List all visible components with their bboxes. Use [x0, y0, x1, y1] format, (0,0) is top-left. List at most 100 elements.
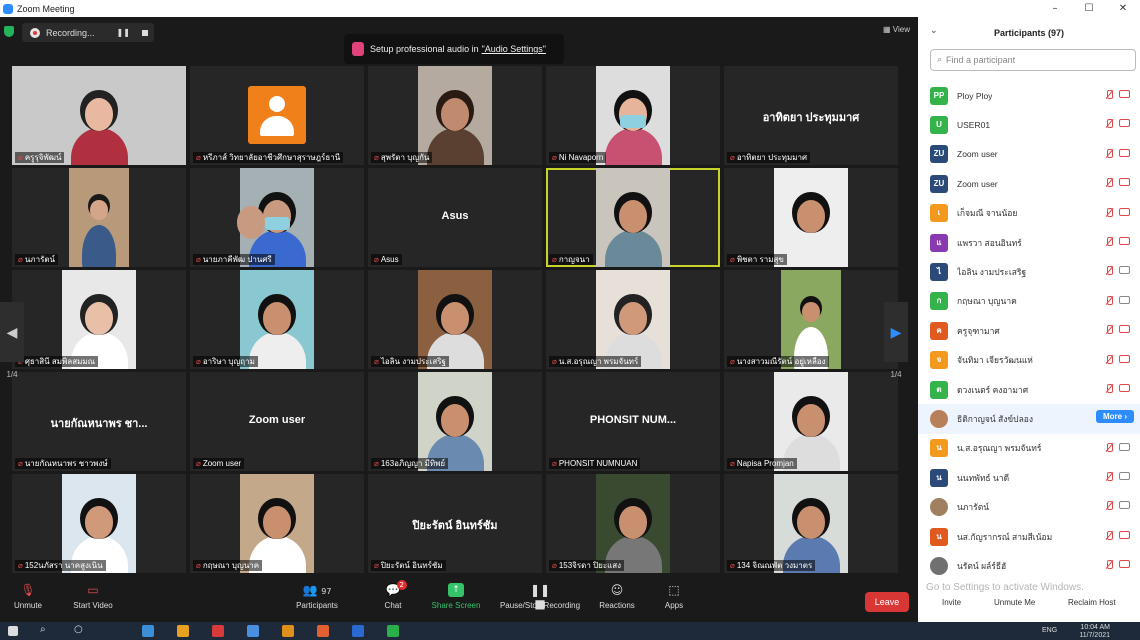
tile-name-caption: ⌀ พิชตา รามสุข — [727, 254, 787, 265]
reclaim-host-button[interactable]: Reclaim Host — [1068, 598, 1116, 607]
participant-row[interactable]: นรัตน์ ผล์ร์ธีฮั — [918, 551, 1140, 580]
video-tile[interactable]: ⌀ ไอลิน งามประเสริฐ — [368, 270, 542, 369]
video-tile[interactable]: ⌀ 152นภัสรา นาคสูงเนิน — [12, 474, 186, 573]
taskbar-app-icon[interactable] — [247, 625, 259, 637]
invite-button[interactable]: Invite — [942, 598, 961, 607]
participant-row[interactable]: PP Ploy Ploy — [918, 81, 1140, 110]
video-tile[interactable]: Zoom user ⌀ Zoom user — [190, 372, 364, 471]
participant-row[interactable]: ก กฤษณา บุญนาค — [918, 287, 1140, 316]
video-tile[interactable]: ⌀ นภารัตน์ — [12, 168, 186, 267]
audio-settings-banner: Setup professional audio in "Audio Setti… — [344, 34, 564, 64]
apps-button[interactable]: ⬚ Apps — [662, 583, 686, 610]
view-button[interactable]: ▦ View — [883, 25, 910, 34]
mic-muted-icon: ⌀ — [18, 153, 23, 162]
mic-muted-icon: ⌀ — [374, 561, 379, 570]
taskbar-app-icon[interactable] — [212, 625, 224, 637]
video-tile[interactable]: ⌀ อาริษา บุญฤาม — [190, 270, 364, 369]
participant-row[interactable]: ต ดวงเนตร์ คงอามาศ — [918, 375, 1140, 404]
taskbar-app-icon[interactable] — [352, 625, 364, 637]
participant-row[interactable]: น น.ส.อรุณญา พรมจันทร์ — [918, 434, 1140, 463]
share-screen-label: Share Screen — [431, 601, 481, 610]
video-tile[interactable]: ⌀ น.ส.อรุณญา พรมจันทร์ — [546, 270, 720, 369]
taskbar-search-icon[interactable]: ⌕ — [40, 624, 46, 635]
video-tile[interactable]: ⌀ นางสาวมณีรัตน์ อยู่เหลือง — [724, 270, 898, 369]
video-tile[interactable]: ⌀ศุธาสินี สมพิลสมมณ — [12, 270, 186, 369]
participant-row[interactable]: ZU Zoom user — [918, 169, 1140, 198]
video-tile[interactable]: ⌀ 134 จิณณพัต วงมาตร — [724, 474, 898, 573]
chevron-down-icon[interactable]: ⌄ — [930, 26, 938, 36]
minimize-button[interactable]: – — [1038, 0, 1072, 17]
video-tile[interactable]: ⌀ 153จิรดา ปิยะแสง — [546, 474, 720, 573]
taskbar-app-icon[interactable] — [177, 625, 189, 637]
video-tile[interactable]: ⌀ Napisa Promjan — [724, 372, 898, 471]
input-language[interactable]: ENG — [1042, 627, 1057, 634]
participant-row[interactable]: ไ ไอลิน งามประเสริฐ — [918, 257, 1140, 286]
windows-start-icon[interactable] — [8, 626, 18, 636]
video-tile[interactable]: ปิยะรัตน์ อินทร์ชัม ⌀ ปิยะรัตน์ อินทร์ชัม — [368, 474, 542, 573]
video-tile[interactable]: ⌀ Ni Navaporn — [546, 66, 720, 165]
participant-video — [69, 168, 129, 267]
chat-button[interactable]: 💬 2 Chat — [382, 580, 407, 610]
participant-status-icons — [1105, 119, 1130, 129]
share-screen-button[interactable]: ↑ Share Screen — [430, 583, 482, 610]
unmute-button[interactable]: 🎙 Unmute — [12, 583, 44, 610]
audio-settings-link[interactable]: "Audio Settings" — [482, 44, 546, 54]
participant-row[interactable]: จ จันทิมา เจียรวัฒนแห่ — [918, 346, 1140, 375]
video-tile[interactable]: ⌀ พิชตา รามสุข — [724, 168, 898, 267]
participant-row[interactable]: เ เก็จมณี จานน้อย — [918, 199, 1140, 228]
video-tile[interactable]: ⌀ 163อภิญญา มีทิพย์ — [368, 372, 542, 471]
video-tile[interactable]: ⌀ นายภาคีพัฒ ปานศรี — [190, 168, 364, 267]
video-tile[interactable]: PHONSIT NUM... ⌀ PHONSIT NUMNUAN — [546, 372, 720, 471]
video-tile[interactable]: ⌀ กฤษณา บุญนาค — [190, 474, 364, 573]
prev-page-button[interactable]: ◀ 1/4 — [0, 302, 24, 379]
pause-stop-recording-button[interactable]: ❚❚ ■ Pause/Stop Recording — [497, 583, 583, 611]
system-clock[interactable]: 10:04 AM 11/7/2021 — [1079, 624, 1110, 640]
participant-video — [12, 66, 186, 165]
participant-video — [774, 372, 848, 471]
leave-button[interactable]: Leave — [865, 592, 909, 612]
mic-muted-icon: ⌀ — [730, 459, 735, 468]
video-tile[interactable]: ⌀ ครูรุจิพัฒน์ — [12, 66, 186, 165]
participant-row[interactable]: นภารัตน์ — [918, 492, 1140, 521]
video-tile[interactable]: ⌀ สุพรัตา บุญกัน — [368, 66, 542, 165]
person-face — [90, 200, 108, 220]
participant-row[interactable]: แ แพรวา สอนอินทร์ — [918, 228, 1140, 257]
reactions-button[interactable]: ☺ Reactions — [598, 583, 636, 610]
taskbar-app-icon[interactable] — [282, 625, 294, 637]
avatar: ZU — [930, 174, 948, 193]
participants-button[interactable]: 👥 97 Participants — [292, 583, 342, 610]
start-video-button[interactable]: ▭ Start Video — [70, 583, 116, 610]
taskbar-app-icon[interactable] — [142, 625, 154, 637]
close-window-button[interactable]: ✕ — [1106, 0, 1140, 17]
mic-muted-icon: ⌀ — [196, 357, 201, 366]
tile-name: นายกัณหนาพร ชาวพงษ์ — [24, 459, 108, 468]
video-tile[interactable]: อาทิตยา ประทุมมาศ ⌀ อาทิตยา ประทุมมาศ — [724, 66, 898, 165]
participant-row[interactable]: ค ครูจุฑามาศ — [918, 316, 1140, 345]
video-tile[interactable]: นายกัณหนาพร ชา... ⌀ นายกัณหนาพร ชาวพงษ์ — [12, 372, 186, 471]
tile-name-caption: ⌀ ไอลิน งามประเสริฐ — [371, 356, 449, 367]
taskbar-app-icon[interactable] — [317, 625, 329, 637]
more-button[interactable]: More › — [1096, 410, 1134, 424]
search-icon: ⌕ — [937, 55, 943, 65]
taskbar-app-icon[interactable] — [387, 625, 399, 637]
participant-row[interactable]: ธิติกาญจน์ สังข์ปลอง More › — [918, 404, 1140, 434]
participant-row[interactable]: ZU Zoom user — [918, 140, 1140, 169]
video-tile[interactable]: Asus ⌀ Asus — [368, 168, 542, 267]
cortana-icon[interactable]: ○ — [74, 624, 83, 635]
maximize-button[interactable]: ☐ — [1072, 0, 1106, 17]
video-tile[interactable]: ⌀ กาญจนา — [546, 168, 720, 267]
tile-name: หรีภาส์ วิทยาลัยอาชีวศึกษาสุราษฎร์ธานี — [202, 153, 341, 162]
unmute-me-button[interactable]: Unmute Me — [994, 598, 1035, 607]
mic-muted-icon: ⌀ — [374, 255, 379, 264]
video-tile[interactable]: ⌀ หรีภาส์ วิทยาลัยอาชีวศึกษาสุราษฎร์ธานี — [190, 66, 364, 165]
participant-search[interactable]: ⌕ Find a participant — [930, 49, 1136, 71]
next-page-button[interactable]: ▶ 1/4 — [884, 302, 908, 379]
participant-row[interactable]: U USER01 — [918, 110, 1140, 139]
participant-row[interactable]: น นนทพัทธ์ นาดี — [918, 463, 1140, 492]
stop-recording-icon[interactable] — [141, 29, 148, 36]
participant-row[interactable]: น นส.กัญรากรณ์ สามสีเน้อม — [918, 522, 1140, 551]
pause-recording-icon[interactable]: ❚❚ — [117, 28, 130, 37]
mic-muted-icon — [1105, 354, 1113, 365]
participant-name: จันทิมา เจียรวัฒนแห่ — [957, 355, 1033, 366]
shield-icon[interactable] — [4, 26, 14, 37]
